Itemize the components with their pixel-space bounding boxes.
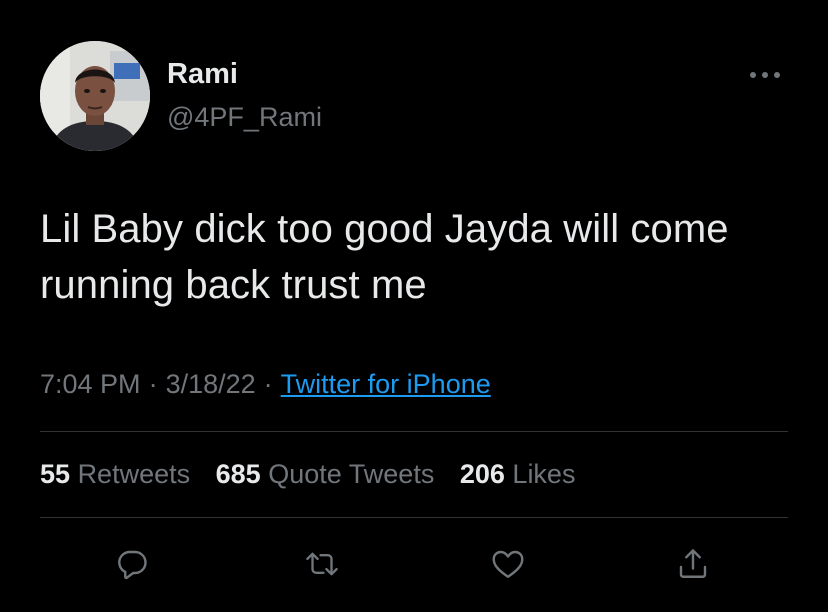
reply-icon [118, 550, 147, 580]
more-horizontal-icon [750, 72, 780, 78]
more-options-button[interactable] [744, 62, 786, 88]
tweet-text: Lil Baby dick too good Jayda will come r… [40, 207, 729, 307]
like-button[interactable] [488, 544, 528, 584]
reply-button[interactable] [112, 544, 152, 584]
tweet-date[interactable]: 3/18/22 [166, 369, 256, 399]
likes-count: 206 [459, 459, 505, 489]
retweets-count: 55 [40, 459, 71, 489]
heart-icon [492, 550, 524, 578]
divider [40, 517, 788, 518]
tweet-source-link[interactable]: Twitter for iPhone [281, 369, 491, 399]
likes-stat[interactable]: 206 Likes [460, 459, 576, 489]
separator: · [148, 369, 158, 399]
tweet-detail: Rami @4PF_Rami Lil Baby dick too good Ja… [0, 0, 828, 612]
avatar[interactable] [40, 41, 150, 151]
retweet-button[interactable] [302, 544, 342, 584]
share-icon [679, 549, 707, 578]
quote-tweets-count: 685 [215, 459, 261, 489]
engagement-stats: 55 Retweets 685 Quote Tweets 206 Likes [40, 456, 593, 492]
divider [40, 431, 788, 432]
quote-tweets-stat[interactable]: 685 Quote Tweets [216, 459, 435, 489]
author-handle[interactable]: @4PF_Rami [167, 100, 322, 134]
retweet-icon [306, 552, 338, 576]
tweet-metadata: 7:04 PM · 3/18/22 · Twitter for iPhone [40, 366, 491, 402]
author-display-name[interactable]: Rami [167, 56, 238, 92]
likes-label: Likes [512, 459, 576, 489]
retweets-stat[interactable]: 55 Retweets [40, 459, 190, 489]
separator: · [263, 369, 273, 399]
quote-tweets-label: Quote Tweets [268, 459, 435, 489]
retweets-label: Retweets [77, 459, 191, 489]
tweet-time[interactable]: 7:04 PM [40, 369, 141, 399]
share-button[interactable] [673, 544, 713, 584]
avatar-photo [40, 41, 150, 151]
